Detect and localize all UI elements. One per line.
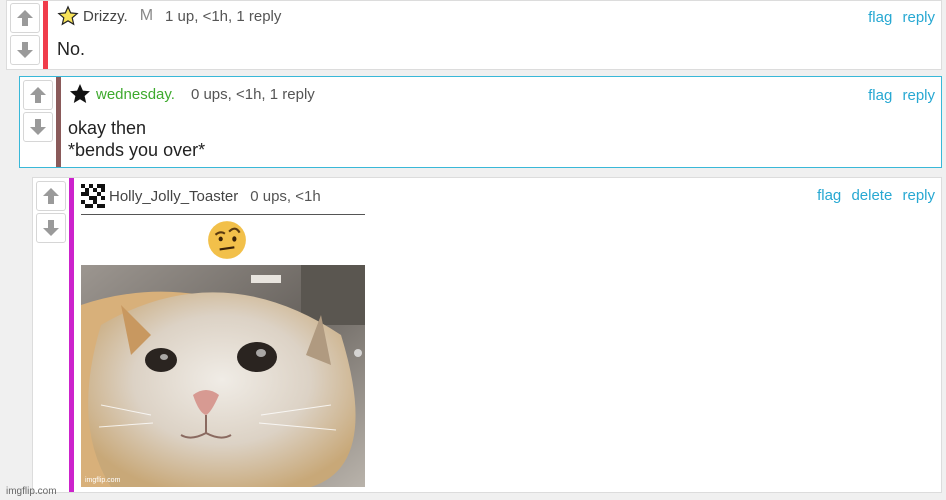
vote-controls bbox=[33, 178, 69, 245]
flag-link[interactable]: flag bbox=[817, 187, 841, 204]
comment-body: No. bbox=[57, 38, 85, 60]
comment-meta: 0 ups, <1h bbox=[250, 187, 321, 205]
mod-badge: M bbox=[139, 7, 154, 24]
downvote-button[interactable] bbox=[23, 112, 53, 142]
comment-accent-bar bbox=[56, 77, 61, 167]
comment-holly-jolly-toaster: Holly_Jolly_Toaster 0 ups, <1h flag dele… bbox=[32, 177, 942, 493]
comment-accent-bar bbox=[43, 1, 48, 69]
comment-wednesday: wednesday. 0 ups, <1h, 1 reply flag repl… bbox=[19, 76, 942, 168]
upvote-button[interactable] bbox=[23, 80, 53, 110]
star-filled-icon bbox=[70, 84, 90, 103]
upvote-arrow-icon bbox=[17, 10, 33, 26]
downvote-arrow-icon bbox=[43, 220, 59, 236]
pixel-avatar-icon bbox=[81, 184, 105, 208]
username[interactable]: Drizzy. bbox=[83, 8, 128, 25]
upvote-arrow-icon bbox=[43, 188, 59, 204]
upvote-arrow-icon bbox=[30, 87, 46, 103]
downvote-arrow-icon bbox=[30, 119, 46, 135]
username[interactable]: Holly_Jolly_Toaster bbox=[109, 188, 238, 205]
star-outline-icon bbox=[57, 5, 79, 26]
delete-link[interactable]: delete bbox=[851, 187, 892, 204]
reply-link[interactable]: reply bbox=[902, 87, 935, 104]
comment-meta: 0 ups, <1h, 1 reply bbox=[190, 85, 315, 103]
reply-link[interactable]: reply bbox=[902, 187, 935, 204]
vote-controls bbox=[7, 1, 43, 67]
comment-line: *bends you over* bbox=[68, 140, 206, 160]
image-watermark: imgflip.com bbox=[85, 477, 121, 484]
comment-accent-bar bbox=[69, 178, 74, 492]
comment-body: okay then *bends you over* bbox=[68, 117, 205, 161]
comment-drizzy: Drizzy. M 1 up, <1h, 1 reply flag reply … bbox=[6, 0, 942, 70]
username[interactable]: wednesday. bbox=[96, 86, 175, 103]
downvote-button[interactable] bbox=[10, 35, 40, 65]
downvote-arrow-icon bbox=[17, 42, 33, 58]
reply-link[interactable]: reply bbox=[902, 9, 935, 26]
site-watermark: imgflip.com bbox=[6, 486, 57, 497]
raised-eyebrow-emoji bbox=[208, 221, 246, 259]
comment-meta: 1 up, <1h, 1 reply bbox=[165, 7, 282, 25]
cat-photo: imgflip.com bbox=[81, 265, 365, 487]
upvote-button[interactable] bbox=[36, 181, 66, 211]
comment-line: No. bbox=[57, 39, 86, 59]
vote-controls bbox=[20, 77, 56, 144]
flag-link[interactable]: flag bbox=[868, 87, 892, 104]
meme-image[interactable]: imgflip.com bbox=[81, 214, 365, 487]
upvote-button[interactable] bbox=[10, 3, 40, 33]
downvote-button[interactable] bbox=[36, 213, 66, 243]
comment-line: okay then bbox=[68, 118, 147, 138]
flag-link[interactable]: flag bbox=[868, 9, 892, 26]
